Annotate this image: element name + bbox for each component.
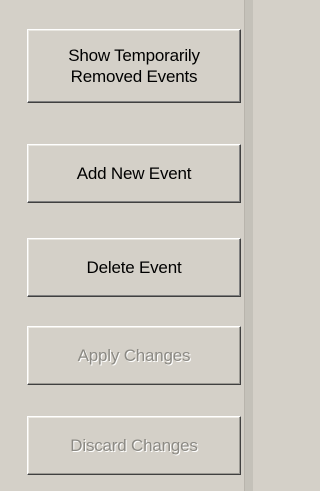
- apply-changes-button[interactable]: Apply Changes: [27, 326, 241, 385]
- show-temporarily-removed-events-button[interactable]: Show Temporarily Removed Events: [27, 29, 241, 103]
- add-new-event-button[interactable]: Add New Event: [27, 144, 241, 203]
- show-temporarily-removed-events-label: Show Temporarily Removed Events: [68, 46, 200, 86]
- event-actions-panel: Show Temporarily Removed Events Add New …: [0, 0, 253, 491]
- add-new-event-label: Add New Event: [76, 164, 192, 183]
- panel-right-edge: [244, 0, 253, 491]
- delete-event-button[interactable]: Delete Event: [27, 238, 241, 297]
- apply-changes-label: Apply Changes: [77, 346, 191, 365]
- delete-event-label: Delete Event: [86, 258, 182, 277]
- discard-changes-button[interactable]: Discard Changes: [27, 416, 241, 475]
- discard-changes-label: Discard Changes: [70, 436, 198, 455]
